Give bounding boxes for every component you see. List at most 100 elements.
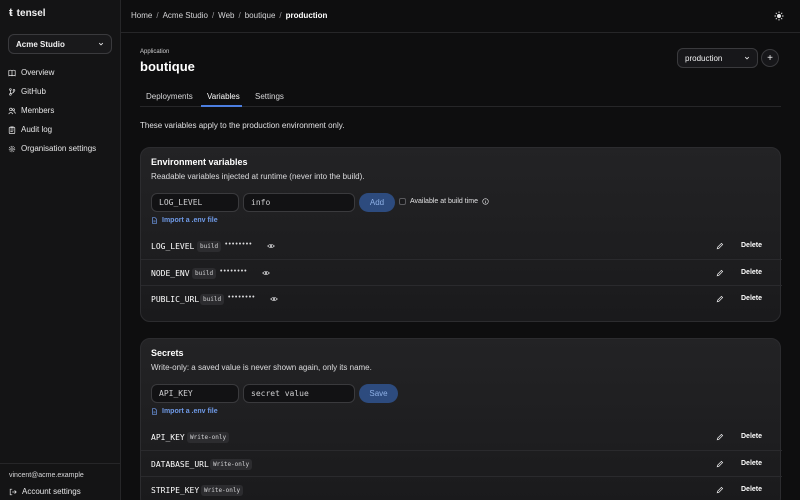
topbar: Home / Acme Studio / Web / boutique / pr…: [121, 0, 800, 33]
variable-name: LOG_LEVEL: [151, 242, 195, 251]
brand-name: tensel: [16, 7, 46, 19]
delete-button[interactable]: Delete: [741, 295, 762, 302]
sidebar-item-organisation-settings[interactable]: Organisation settings: [8, 139, 114, 158]
secret-name: STRIPE_KEY: [151, 486, 200, 495]
delete-button[interactable]: Delete: [741, 460, 762, 467]
build-time-checkbox[interactable]: [399, 198, 406, 205]
sidebar-item-label: Members: [21, 106, 55, 115]
git-branch-icon: [9, 87, 16, 96]
sidebar-item-members[interactable]: Members: [8, 101, 114, 120]
page-title: boutique: [140, 59, 195, 74]
table-row: API_KEY Write-only Delete: [141, 424, 782, 450]
sidebar-item-label: Organisation settings: [21, 144, 97, 153]
build-badge: build: [200, 294, 225, 305]
eye-icon[interactable]: [270, 295, 278, 303]
sidebar-item-overview[interactable]: Overview: [8, 63, 114, 82]
variable-list: LOG_LEVEL build •••••••• Delete NODE_ENV…: [141, 233, 782, 313]
add-environment-button[interactable]: +: [761, 49, 779, 67]
org-name: Acme Studio: [16, 39, 65, 49]
env-key-placeholder: LOG_LEVEL: [159, 198, 203, 207]
tab-deployments[interactable]: Deployments: [146, 92, 193, 101]
write-only-badge: Write-only: [210, 459, 253, 470]
sidebar-item-audit-log[interactable]: Audit log: [8, 120, 114, 139]
secret-list: API_KEY Write-only Delete DATABASE_URL W…: [141, 424, 782, 500]
card-title: Environment variables: [151, 157, 248, 167]
environment-value: production: [685, 53, 723, 63]
tab-settings[interactable]: Settings: [255, 92, 284, 101]
breadcrumb-org[interactable]: Acme Studio: [163, 11, 208, 20]
secret-value-input[interactable]: secret value: [243, 384, 355, 403]
import-env-file-link[interactable]: Import a .env file: [151, 217, 218, 224]
secret-key-placeholder: API_KEY: [159, 389, 193, 398]
org-switcher[interactable]: Acme Studio: [8, 34, 112, 54]
sidebar-item-label: Overview: [21, 68, 55, 77]
card-title: Secrets: [151, 348, 184, 358]
delete-button[interactable]: Delete: [741, 269, 762, 276]
pencil-icon[interactable]: [716, 433, 724, 441]
pencil-icon[interactable]: [716, 242, 724, 250]
sidebar-divider: [0, 463, 121, 464]
pencil-icon[interactable]: [716, 460, 724, 468]
breadcrumb-app[interactable]: boutique: [245, 11, 276, 20]
secrets-card: Secrets Write-only: a saved value is nev…: [140, 338, 782, 500]
breadcrumb-separator: /: [211, 11, 215, 20]
breadcrumb-separator: /: [238, 11, 241, 20]
masked-value: ••••••••: [225, 241, 253, 248]
env-value-input[interactable]: info: [243, 193, 355, 212]
brand[interactable]: ŧ tensel: [9, 7, 46, 19]
table-row: DATABASE_URL Write-only Delete: [141, 450, 782, 476]
info-icon[interactable]: [482, 198, 489, 205]
tab-variables[interactable]: Variables: [207, 92, 240, 101]
breadcrumb-separator: /: [279, 11, 282, 20]
table-row: STRIPE_KEY Write-only Delete: [141, 476, 782, 500]
delete-button[interactable]: Delete: [741, 486, 762, 493]
table-row: LOG_LEVEL build •••••••• Delete: [141, 233, 782, 259]
sidebar-item-github[interactable]: GitHub: [8, 82, 114, 101]
write-only-badge: Write-only: [187, 432, 230, 443]
users-icon: [8, 107, 16, 114]
import-env-file-link[interactable]: Import a .env file: [151, 408, 218, 415]
delete-button[interactable]: Delete: [741, 433, 762, 440]
build-badge: build: [192, 268, 217, 279]
account-settings-link[interactable]: Account settings: [9, 487, 81, 496]
sidebar-item-label: GitHub: [21, 87, 46, 96]
file-icon: [152, 408, 157, 415]
breadcrumb: Home / Acme Studio / Web / boutique / pr…: [131, 11, 327, 20]
write-only-badge: Write-only: [201, 485, 244, 496]
logout-icon: [9, 488, 17, 495]
gear-icon: [8, 145, 16, 152]
sidebar-nav: Overview GitHub Members Audit log Organi…: [8, 63, 114, 158]
env-key-input[interactable]: LOG_LEVEL: [151, 193, 239, 212]
sidebar: ŧ tensel Acme Studio Overview GitHub Mem…: [0, 0, 121, 500]
card-description: Write-only: a saved value is never shown…: [151, 363, 372, 372]
save-secret-button[interactable]: Save: [359, 384, 398, 403]
environment-variables-card: Environment variables Readable variables…: [140, 147, 782, 322]
build-badge: build: [197, 241, 222, 252]
breadcrumb-current: production: [285, 11, 328, 20]
sun-icon[interactable]: [774, 11, 784, 21]
user-email: vincent@acme.example: [9, 472, 84, 479]
secret-name: DATABASE_URL: [151, 460, 209, 469]
eye-icon[interactable]: [267, 242, 275, 250]
build-time-label: Available at build time: [410, 198, 478, 205]
pencil-icon[interactable]: [716, 269, 724, 277]
brand-logo-icon: ŧ: [9, 7, 13, 19]
clipboard-icon: [8, 125, 16, 134]
secret-key-input[interactable]: API_KEY: [151, 384, 239, 403]
account-settings-label: Account settings: [22, 487, 81, 496]
pencil-icon[interactable]: [716, 295, 724, 303]
book-icon: [8, 69, 16, 76]
tab-bar: Deployments Variables Settings: [140, 87, 781, 107]
file-icon: [152, 217, 157, 224]
breadcrumb-home[interactable]: Home: [131, 11, 152, 20]
environment-select[interactable]: production: [677, 48, 758, 68]
variable-name: NODE_ENV: [151, 269, 190, 278]
intro-text: These variables apply to the production …: [140, 121, 345, 130]
pencil-icon[interactable]: [716, 486, 724, 494]
build-time-option: Available at build time: [399, 198, 489, 205]
table-row: NODE_ENV build •••••••• Delete: [141, 259, 782, 285]
add-variable-button[interactable]: Add: [359, 193, 395, 212]
eye-icon[interactable]: [262, 269, 270, 277]
breadcrumb-project[interactable]: Web: [218, 11, 234, 20]
delete-button[interactable]: Delete: [741, 242, 762, 249]
